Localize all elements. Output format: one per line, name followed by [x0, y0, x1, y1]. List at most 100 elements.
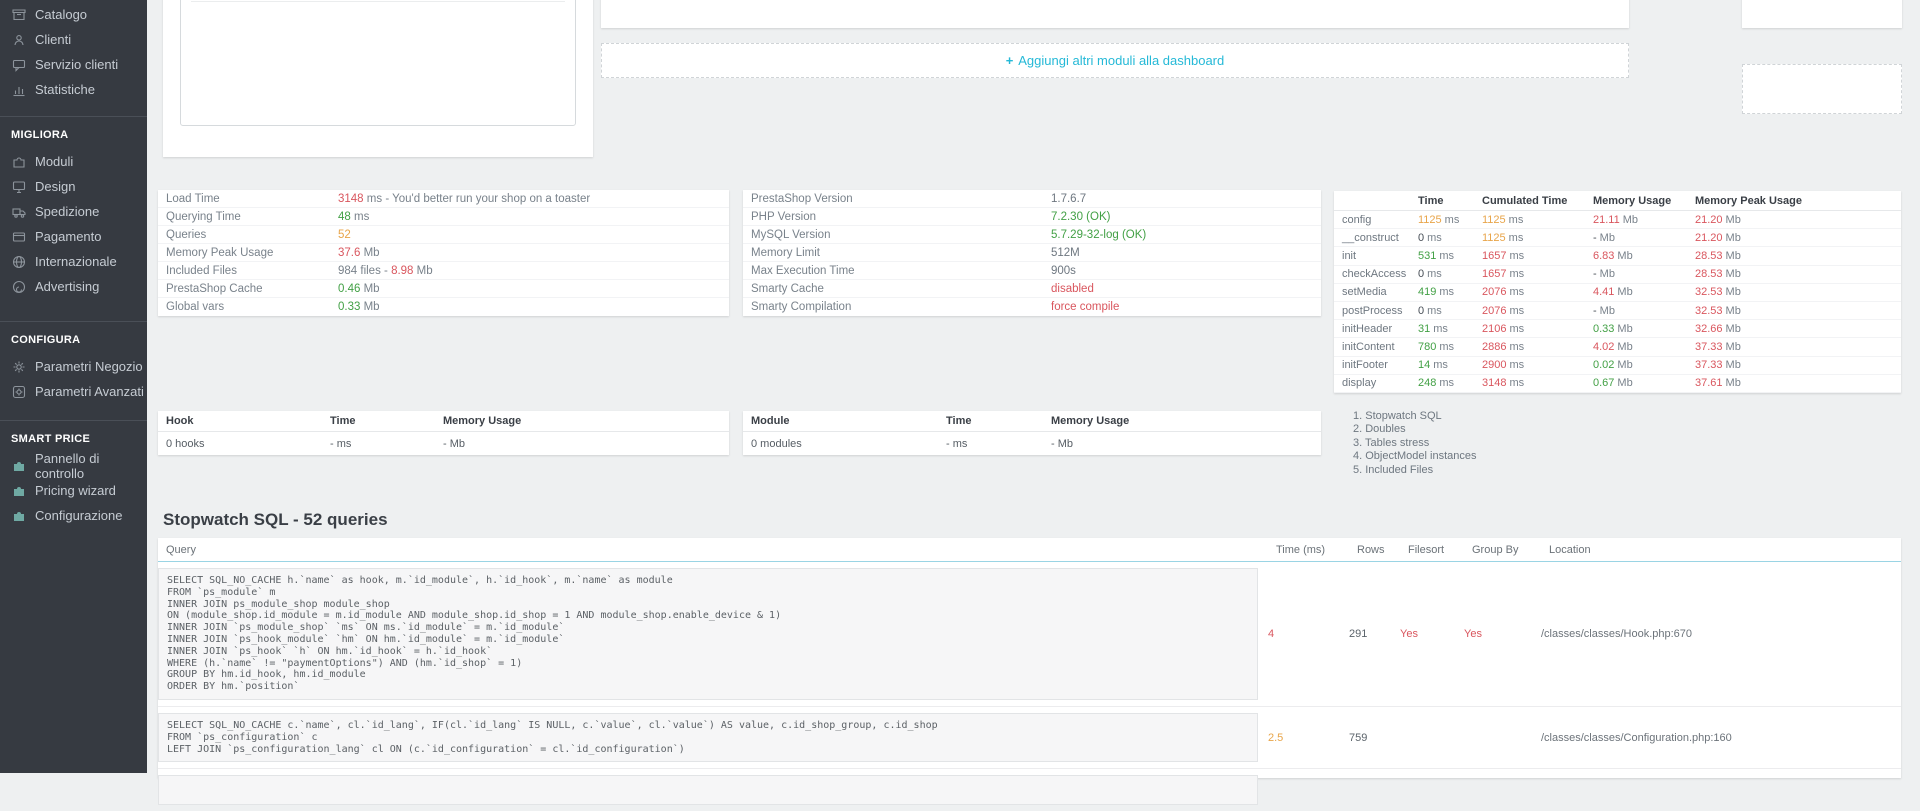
hooks-panel: Hook Time Memory Usage 0 hooks - ms - Mb	[158, 411, 729, 455]
timing-row-setmedia: setMedia 419 ms 2076 ms 4.41 Mb 32.53 Mb	[1334, 284, 1901, 302]
global-vars-value: 0.33	[338, 301, 361, 313]
sidebar-item-label: Parametri Negozio	[35, 359, 143, 374]
puzzle-icon	[12, 509, 26, 523]
env-row-memory-limit: Memory Limit 512M	[743, 244, 1321, 262]
sql-query-row-partial	[158, 769, 1901, 811]
env-row-php-version: PHP Version 7.2.30 (OK)	[743, 208, 1321, 226]
sql-col-rows: Rows	[1357, 543, 1385, 556]
sql-queries-panel: Query Time (ms) Rows Filesort Group By L…	[158, 538, 1901, 806]
add-modules-label: Aggiungi altri moduli alla dashboard	[1018, 53, 1225, 68]
timing-row-display: display 248 ms 3148 ms 0.67 Mb 37.61 Mb	[1334, 375, 1901, 393]
perf-row-included-files: Included Files 984 files - 8.98 Mb	[158, 262, 729, 280]
timing-row-initheader: initHeader 31 ms 2106 ms 0.33 Mb 32.66 Mb	[1334, 320, 1901, 339]
sql-location-value: /classes/classes/Configuration.php:160	[1541, 731, 1732, 744]
sidebar-item-pagamento[interactable]: Pagamento	[0, 224, 147, 249]
shop-parameters-icon	[12, 360, 26, 374]
timing-row-initcontent: initContent 780 ms 2886 ms 4.02 Mb 37.33 Mb	[1334, 338, 1901, 357]
dashboard-panel-bottom-edge	[601, 0, 1629, 28]
queries-count-value: 52	[338, 228, 351, 241]
sidebar-item-internazionale[interactable]: Internazionale	[0, 249, 147, 274]
profiler-nav-doubles[interactable]: 2. Doubles	[1353, 423, 1477, 436]
shipping-icon	[12, 205, 26, 219]
timing-col-memory-peak: Memory Peak Usage	[1695, 194, 1802, 207]
dashboard-widget-partial	[163, 0, 593, 157]
sidebar-item-label: Pagamento	[35, 229, 102, 244]
sidebar-item-catalogo[interactable]: Catalogo	[0, 2, 147, 27]
sidebar-item-label: Design	[35, 179, 76, 194]
sidebar-item-statistiche[interactable]: Statistiche	[0, 77, 147, 102]
profiler-nav-included-files[interactable]: 5. Included Files	[1353, 464, 1477, 477]
environment-panel: PrestaShop Version 1.7.6.7 PHP Version 7.2…	[743, 190, 1321, 316]
sql-col-location: Location	[1549, 543, 1591, 556]
international-icon	[12, 255, 26, 269]
sidebar-item-label: Configurazione	[35, 508, 123, 523]
sql-query-row: SELECT SQL_NO_CACHE c.`name`, cl.`id_lan…	[158, 707, 1901, 770]
timing-col-time: Time	[1418, 194, 1444, 207]
sql-query-row: SELECT SQL_NO_CACHE h.`name` as hook, m.…	[158, 562, 1901, 707]
sidebar-item-pannello-di-controllo[interactable]: Pannello di controllo	[0, 451, 147, 481]
included-files-value: 8.98	[391, 264, 414, 277]
env-row-max-execution-time: Max Execution Time 900s	[743, 262, 1321, 280]
sidebar-item-moduli[interactable]: Moduli	[0, 149, 147, 174]
sql-groupby-value: Yes	[1464, 627, 1482, 640]
sidebar-item-spedizione[interactable]: Spedizione	[0, 199, 147, 224]
sidebar-item-label: Servizio clienti	[35, 57, 119, 72]
dashboard-right-add-widget-partial	[1742, 64, 1902, 114]
sidebar-item-clienti[interactable]: Clienti	[0, 27, 147, 52]
hooks-summary-row: 0 hooks - ms - Mb	[166, 437, 465, 450]
perf-row-global-vars: Global vars 0.33 Mb	[166, 301, 380, 313]
sidebar-item-parametri-negozio[interactable]: Parametri Negozio	[0, 354, 147, 379]
stats-icon	[12, 83, 26, 97]
perf-row-load-time: Load Time 3148 ms - You'd better run you…	[158, 190, 729, 208]
perf-row-prestashop-cache: PrestaShop Cache 0.46 Mb	[158, 280, 729, 298]
sql-query-text: SELECT SQL_NO_CACHE c.`name`, cl.`id_lan…	[158, 712, 1258, 763]
sql-col-groupby: Group By	[1472, 543, 1519, 556]
advertising-icon	[12, 280, 26, 294]
prestashop-cache-value: 0.46	[338, 282, 361, 295]
profiler-nav-stopwatch-sql[interactable]: 1. Stopwatch SQL	[1353, 410, 1477, 423]
add-modules-link[interactable]: + Aggiungi altri moduli alla dashboard	[1006, 53, 1224, 68]
modules-header-row: Module Time Memory Usage	[743, 411, 1321, 432]
sidebar-item-label: Clienti	[35, 32, 72, 47]
sidebar-item-label: Internazionale	[35, 254, 117, 269]
plus-icon: +	[1005, 53, 1014, 68]
sidebar-item-servizio-clienti[interactable]: Servizio clienti	[0, 52, 147, 77]
timing-header-row: Time Cumulated Time Memory Usage Memory …	[1334, 191, 1901, 211]
perf-row-querying-time: Querying Time 48 ms	[158, 208, 729, 226]
sql-time-value: 4	[1268, 627, 1275, 640]
design-icon	[12, 180, 26, 194]
payment-icon	[12, 230, 26, 244]
sql-rows-value: 291	[1349, 627, 1368, 640]
puzzle-icon	[12, 484, 26, 498]
timing-row-construct: __construct 0 ms 1125 ms - Mb 21.20 Mb	[1334, 229, 1901, 248]
profiler-nav-tables-stress[interactable]: 3. Tables stress	[1353, 437, 1477, 450]
sidebar-item-label: Catalogo	[35, 7, 88, 22]
stopwatch-sql-title: Stopwatch SQL - 52 queries	[163, 510, 388, 529]
sidebar-item-design[interactable]: Design	[0, 174, 147, 199]
timing-col-cumulated: Cumulated Time	[1482, 194, 1568, 207]
sidebar-item-label: Parametri Avanzati	[35, 384, 144, 399]
perf-row-queries: Queries 52	[158, 226, 729, 244]
sidebar-item-label: Spedizione	[35, 204, 100, 219]
hooks-count: 0 hooks	[166, 437, 205, 450]
performance-summary-panel: Load Time 3148 ms - You'd better run you…	[158, 190, 729, 316]
sidebar-item-label: Pricing wizard	[35, 483, 116, 498]
sql-filesort-value: Yes	[1400, 627, 1418, 640]
sidebar-item-pricing-wizard[interactable]: Pricing wizard	[0, 478, 147, 503]
modules-icon	[12, 155, 26, 169]
catalog-icon	[12, 8, 26, 22]
profiler-nav-objectmodel[interactable]: 4. ObjectModel instances	[1353, 450, 1477, 463]
sql-query-text: SELECT SQL_NO_CACHE h.`name` as hook, m.…	[158, 568, 1258, 700]
timing-col-memory: Memory Usage	[1593, 194, 1672, 207]
sidebar-item-configurazione[interactable]: Configurazione	[0, 503, 147, 528]
sql-time-value: 2.5	[1268, 731, 1284, 744]
puzzle-icon	[12, 459, 26, 473]
sql-table-header: Query Time (ms) Rows Filesort Group By L…	[158, 538, 1901, 562]
timing-row-config: config 1125 ms 1125 ms 21.11 Mb 21.20 Mb	[1334, 211, 1901, 230]
sidebar-item-parametri-avanzati[interactable]: Parametri Avanzati	[0, 379, 147, 404]
querying-time-value: 48	[338, 210, 351, 223]
memory-peak-value: 37.6	[338, 246, 361, 259]
modules-panel: Module Time Memory Usage 0 modules - ms - Mb	[743, 411, 1321, 455]
perf-row-memory-peak: Memory Peak Usage 37.6 Mb	[158, 244, 729, 262]
sidebar-item-advertising[interactable]: Advertising	[0, 274, 147, 299]
